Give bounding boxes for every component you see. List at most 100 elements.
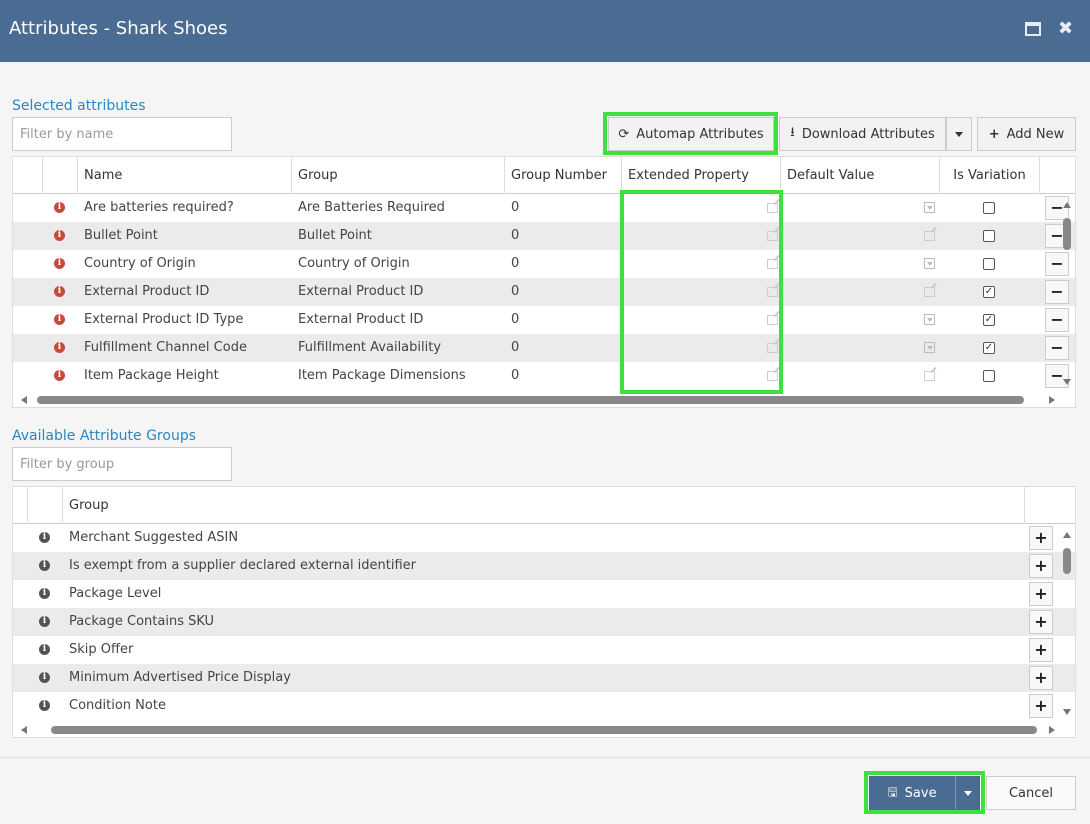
is-variation-checkbox[interactable] <box>983 230 995 242</box>
available-grid-vscrollbar[interactable] <box>1060 532 1074 715</box>
edit-icon[interactable] <box>924 231 935 241</box>
extended-property-cell[interactable] <box>622 334 781 362</box>
extended-property-cell[interactable] <box>622 194 781 222</box>
info-icon[interactable]: i <box>39 616 50 627</box>
filter-by-name-input[interactable] <box>12 117 232 151</box>
add-group-button[interactable]: + <box>1029 638 1053 662</box>
download-attributes-button[interactable]: ⭳ Download Attributes <box>779 117 946 151</box>
edit-icon[interactable] <box>924 371 935 381</box>
edit-icon[interactable] <box>924 287 935 297</box>
edit-icon[interactable] <box>767 203 778 213</box>
maximize-icon[interactable] <box>1025 22 1041 36</box>
scroll-up-arrow-icon[interactable] <box>1063 532 1071 538</box>
is-variation-checkbox[interactable]: ✓ <box>983 314 995 326</box>
close-icon[interactable]: ✖ <box>1058 18 1073 39</box>
save-options-dropdown[interactable] <box>955 776 980 810</box>
extended-property-cell[interactable] <box>622 278 781 306</box>
info-icon[interactable]: i <box>39 644 50 655</box>
info-icon[interactable]: i <box>39 560 50 571</box>
default-value-cell[interactable] <box>781 194 940 222</box>
info-icon[interactable]: i <box>39 588 50 599</box>
table-row[interactable]: i Are batteries required? Are Batteries Re… <box>13 194 1075 222</box>
table-row[interactable]: i Country of Origin Country of Origin 0− <box>13 250 1075 278</box>
table-row[interactable]: i Is exempt from a supplier declared exte… <box>13 552 1075 580</box>
automap-attributes-button[interactable]: ⟳ Automap Attributes <box>608 117 774 151</box>
extended-property-cell[interactable] <box>622 306 781 334</box>
info-icon[interactable]: i <box>54 286 65 297</box>
info-icon[interactable]: i <box>39 700 50 711</box>
add-group-button[interactable]: + <box>1029 610 1053 634</box>
info-icon[interactable]: i <box>54 202 65 213</box>
dropdown-icon[interactable] <box>924 314 935 325</box>
info-icon[interactable]: i <box>54 370 65 381</box>
info-icon[interactable]: i <box>39 672 50 683</box>
add-group-button[interactable]: + <box>1029 526 1053 550</box>
header-default-value[interactable]: Default Value <box>781 157 940 194</box>
header-group[interactable]: Group <box>292 157 505 194</box>
scroll-left-arrow-icon[interactable] <box>21 726 27 734</box>
table-row[interactable]: i Fulfillment Channel Code Fulfillment Ava… <box>13 334 1075 362</box>
table-row[interactable]: i Package Contains SKU + <box>13 608 1075 636</box>
is-variation-checkbox[interactable]: ✓ <box>983 286 995 298</box>
cancel-button[interactable]: Cancel <box>986 776 1076 810</box>
add-group-button[interactable]: + <box>1029 694 1053 718</box>
info-icon[interactable]: i <box>54 314 65 325</box>
scroll-thumb[interactable] <box>37 396 1024 404</box>
filter-by-group-input[interactable] <box>12 447 232 481</box>
save-button[interactable]: 🖫 Save <box>869 776 955 810</box>
selected-grid-hscrollbar[interactable] <box>13 393 1075 407</box>
scroll-right-arrow-icon[interactable] <box>1049 396 1055 404</box>
table-row[interactable]: i External Product ID External Product ID 0… <box>13 278 1075 306</box>
table-row[interactable]: i Package Level + <box>13 580 1075 608</box>
dropdown-icon[interactable] <box>924 342 935 353</box>
scroll-right-arrow-icon[interactable] <box>1049 726 1055 734</box>
default-value-cell[interactable] <box>781 334 940 362</box>
header-group-number[interactable]: Group Number <box>505 157 622 194</box>
scroll-down-arrow-icon[interactable] <box>1063 379 1071 385</box>
dropdown-icon[interactable] <box>924 258 935 269</box>
scroll-thumb[interactable] <box>1063 548 1071 574</box>
available-grid-hscrollbar[interactable] <box>13 723 1075 737</box>
add-group-button[interactable]: + <box>1029 666 1053 690</box>
default-value-cell[interactable] <box>781 250 940 278</box>
selected-grid-vscrollbar[interactable] <box>1060 202 1074 385</box>
header-name[interactable]: Name <box>78 157 292 194</box>
add-new-button[interactable]: + Add New <box>977 117 1076 151</box>
default-value-cell[interactable] <box>781 306 940 334</box>
table-row[interactable]: i Minimum Advertised Price Display + <box>13 664 1075 692</box>
scroll-thumb[interactable] <box>1063 218 1071 250</box>
scroll-thumb[interactable] <box>51 726 1037 734</box>
info-icon[interactable]: i <box>39 532 50 543</box>
extended-property-cell[interactable] <box>622 222 781 250</box>
extended-property-cell[interactable] <box>622 250 781 278</box>
add-group-button[interactable]: + <box>1029 554 1053 578</box>
default-value-cell[interactable] <box>781 362 940 390</box>
is-variation-checkbox[interactable] <box>983 202 995 214</box>
default-value-cell[interactable] <box>781 278 940 306</box>
is-variation-checkbox[interactable] <box>983 258 995 270</box>
info-icon[interactable]: i <box>54 342 65 353</box>
header-group[interactable]: Group <box>63 487 1025 524</box>
is-variation-checkbox[interactable]: ✓ <box>983 342 995 354</box>
edit-icon[interactable] <box>767 371 778 381</box>
info-icon[interactable]: i <box>54 230 65 241</box>
edit-icon[interactable] <box>767 259 778 269</box>
scroll-left-arrow-icon[interactable] <box>21 396 27 404</box>
is-variation-checkbox[interactable] <box>983 370 995 382</box>
edit-icon[interactable] <box>767 315 778 325</box>
edit-icon[interactable] <box>767 343 778 353</box>
edit-icon[interactable] <box>767 287 778 297</box>
table-row[interactable]: i Item Package Height Item Package Dimensi… <box>13 362 1075 390</box>
table-row[interactable]: i Skip Offer + <box>13 636 1075 664</box>
scroll-up-arrow-icon[interactable] <box>1063 202 1071 208</box>
edit-icon[interactable] <box>767 231 778 241</box>
header-extended-property[interactable]: Extended Property <box>622 157 781 194</box>
default-value-cell[interactable] <box>781 222 940 250</box>
extended-property-cell[interactable] <box>622 362 781 390</box>
table-row[interactable]: i Bullet Point Bullet Point 0− <box>13 222 1075 250</box>
header-is-variation[interactable]: Is Variation <box>940 157 1040 194</box>
dropdown-icon[interactable] <box>924 202 935 213</box>
table-row[interactable]: i Merchant Suggested ASIN + <box>13 524 1075 552</box>
add-group-button[interactable]: + <box>1029 582 1053 606</box>
download-options-dropdown[interactable] <box>946 117 972 151</box>
